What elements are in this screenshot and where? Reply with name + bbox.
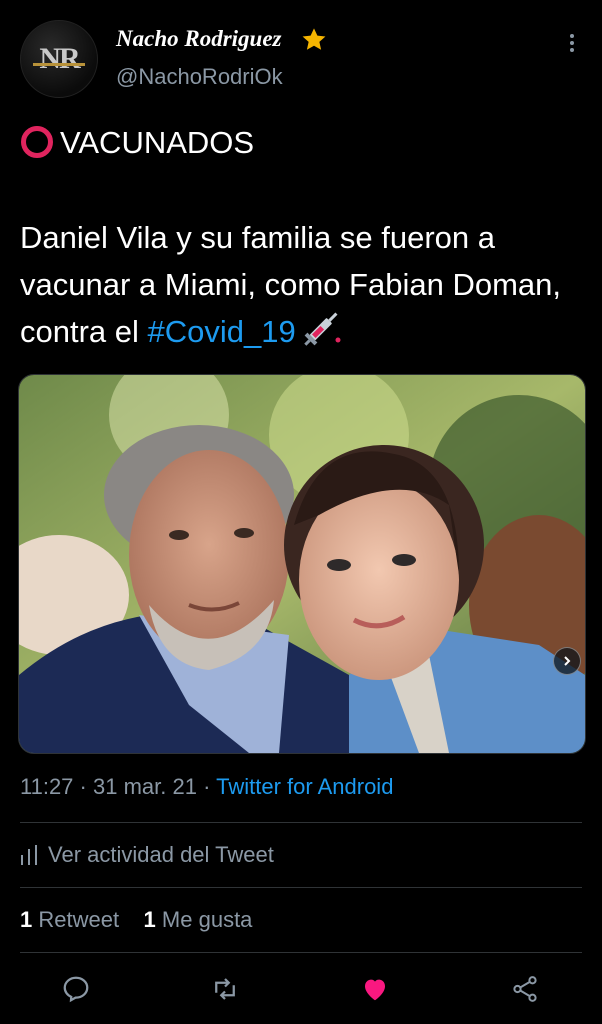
retweets-count: 1 [20, 907, 33, 932]
tweet-body: Daniel Vila y su familia se fueron a vac… [20, 214, 580, 355]
view-activity-label: Ver actividad del Tweet [48, 842, 274, 867]
retweets-label: Retweet [38, 907, 120, 932]
avatar[interactable]: NR [20, 20, 98, 98]
tweet-title: VACUNADOS [60, 124, 255, 160]
tweet-title-line: VACUNADOS [20, 118, 580, 166]
divider [20, 952, 582, 953]
syringe-icon [303, 312, 341, 346]
photo-image [19, 375, 585, 753]
meta-separator: · [79, 774, 87, 799]
share-icon[interactable] [510, 974, 540, 1004]
red-circle-icon [21, 126, 53, 158]
divider [20, 822, 582, 823]
avatar-monogram: NR [33, 42, 86, 75]
likes-label: Me gusta [161, 907, 253, 932]
tweet-meta: 11:27 · 31 mar. 21 · Twitter for Android [20, 774, 393, 800]
author-handle[interactable]: @NachoRodriOk [116, 64, 283, 90]
retweets-stat[interactable]: 1 Retweet [20, 907, 119, 932]
star-icon [302, 28, 326, 50]
chevron-right-icon [564, 656, 571, 666]
tweet-source[interactable]: Twitter for Android [216, 774, 393, 799]
like-icon[interactable] [360, 974, 390, 1004]
tweet-stats: 1 Retweet 1 Me gusta [20, 907, 252, 933]
author-display-name[interactable]: Nacho Rodriguez [116, 26, 282, 52]
view-activity-link[interactable]: Ver actividad del Tweet [20, 842, 274, 868]
likes-count: 1 [143, 907, 156, 932]
meta-separator: · [203, 774, 211, 799]
retweet-icon[interactable] [210, 974, 240, 1004]
tweet-text: VACUNADOS Daniel Vila y su familia se fu… [20, 118, 580, 355]
hashtag-link[interactable]: #Covid_19 [148, 314, 296, 349]
more-icon[interactable] [564, 32, 580, 54]
reply-icon[interactable] [61, 974, 91, 1004]
divider [20, 887, 582, 888]
likes-stat[interactable]: 1 Me gusta [144, 907, 253, 932]
tweet-actions [0, 968, 602, 1012]
tweet-photo[interactable] [18, 374, 586, 754]
tweet-date[interactable]: 31 mar. 21 [93, 774, 197, 799]
tweet-header: NR Nacho Rodriguez @NachoRodriOk [0, 0, 602, 110]
next-photo-button[interactable] [553, 647, 581, 675]
tweet-time: 11:27 [20, 774, 74, 799]
activity-icon [21, 845, 37, 865]
